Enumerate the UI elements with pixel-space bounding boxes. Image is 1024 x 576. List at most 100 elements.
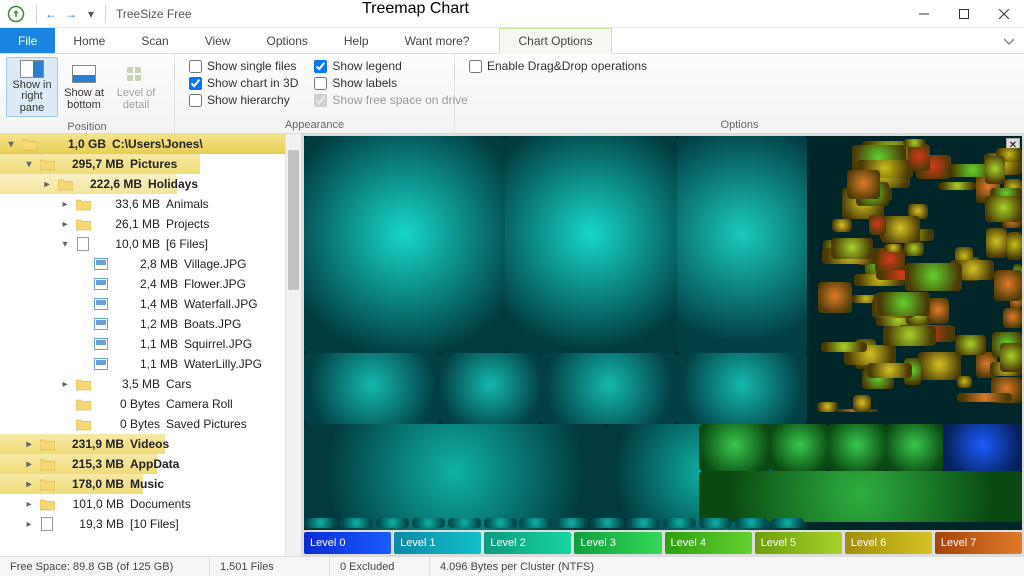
chk-dragdrop[interactable]: Enable Drag&Drop operations — [469, 59, 647, 73]
show-bottom-button[interactable]: Show at bottom — [58, 57, 110, 117]
chk-hierarchy[interactable]: Show hierarchy — [189, 93, 298, 107]
chk-legend[interactable]: Show legend — [314, 59, 467, 73]
treemap-block[interactable] — [918, 352, 961, 380]
treemap-block[interactable] — [627, 518, 660, 528]
treemap-block[interactable] — [905, 263, 962, 291]
tree-row[interactable]: 1,4 MBWaterfall.JPG — [0, 294, 285, 314]
expand-toggle[interactable]: ▸ — [22, 459, 36, 470]
treemap-block[interactable] — [884, 244, 902, 252]
treemap-block[interactable] — [853, 395, 872, 412]
ribbon-collapse-button[interactable] — [994, 28, 1024, 53]
treemap-block[interactable] — [818, 282, 851, 313]
tab-home[interactable]: Home — [55, 28, 123, 53]
nav-forward-button[interactable]: → — [61, 4, 81, 24]
directory-tree[interactable]: ▾1,0 GBC:\Users\Jones\▾295,7 MBPictures▸… — [0, 134, 285, 556]
treemap-block[interactable] — [985, 196, 1022, 222]
show-right-pane-button[interactable]: Show in right pane — [6, 57, 58, 117]
treemap-block[interactable] — [828, 424, 885, 471]
treemap-block[interactable] — [735, 518, 768, 528]
tab-options[interactable]: Options — [249, 28, 326, 53]
treemap-block[interactable] — [908, 144, 930, 172]
tab-file[interactable]: File — [0, 28, 55, 53]
expand-toggle[interactable]: ▸ — [58, 219, 72, 230]
tree-row[interactable]: ▸215,3 MBAppData — [0, 454, 285, 474]
treemap-block[interactable] — [505, 136, 677, 353]
nav-back-button[interactable]: ← — [41, 4, 61, 24]
treemap-block[interactable] — [904, 242, 924, 255]
treemap-block[interactable] — [771, 424, 828, 471]
treemap-block[interactable] — [376, 518, 409, 528]
expand-toggle[interactable] — [76, 359, 90, 370]
treemap-block[interactable] — [957, 393, 1013, 403]
treemap-block[interactable] — [847, 170, 880, 199]
treemap-block[interactable] — [771, 518, 804, 528]
tab-scan[interactable]: Scan — [123, 28, 186, 53]
expand-toggle[interactable] — [76, 259, 90, 270]
treemap-block[interactable] — [519, 518, 552, 528]
treemap-block[interactable] — [677, 136, 806, 353]
tab-help[interactable]: Help — [326, 28, 387, 53]
treemap-block[interactable] — [699, 471, 1022, 522]
treemap-block[interactable] — [867, 363, 912, 378]
tree-row[interactable]: ▸19,3 MB[10 Files] — [0, 514, 285, 534]
treemap-block[interactable] — [541, 353, 677, 424]
tree-row[interactable]: 1,1 MBSquirrel.JPG — [0, 334, 285, 354]
tree-scrollbar[interactable] — [285, 134, 301, 556]
expand-toggle[interactable]: ▸ — [22, 499, 36, 510]
expand-toggle[interactable] — [58, 399, 72, 410]
tree-row[interactable]: 1,2 MBBoats.JPG — [0, 314, 285, 334]
tab-chart-options[interactable]: Chart Options — [499, 28, 611, 54]
treemap-block[interactable] — [994, 270, 1022, 301]
treemap-block[interactable] — [881, 216, 920, 243]
expand-toggle[interactable] — [58, 419, 72, 430]
tree-row[interactable]: ▸178,0 MBMusic — [0, 474, 285, 494]
treemap-block[interactable] — [832, 219, 853, 233]
treemap-block[interactable] — [877, 292, 930, 316]
treemap-block[interactable] — [304, 518, 337, 528]
treemap-block[interactable] — [886, 424, 943, 471]
tree-row[interactable]: ▾10,0 MB[6 Files] — [0, 234, 285, 254]
tree-row[interactable]: 0 BytesCamera Roll — [0, 394, 285, 414]
treemap-block[interactable] — [955, 335, 985, 355]
expand-toggle[interactable]: ▸ — [40, 179, 54, 190]
treemap-block[interactable] — [677, 353, 806, 424]
treemap-block[interactable] — [304, 136, 505, 353]
maximize-button[interactable] — [944, 0, 984, 28]
expand-toggle[interactable] — [76, 279, 90, 290]
treemap-block[interactable] — [412, 518, 445, 528]
expand-toggle[interactable]: ▸ — [22, 519, 36, 530]
tree-row[interactable]: 1,1 MBWaterLilly.JPG — [0, 354, 285, 374]
tree-row[interactable]: 2,8 MBVillage.JPG — [0, 254, 285, 274]
expand-toggle[interactable]: ▸ — [22, 479, 36, 490]
expand-toggle[interactable]: ▸ — [22, 439, 36, 450]
treemap-block[interactable] — [340, 518, 373, 528]
treemap-block[interactable] — [663, 518, 696, 528]
tree-row[interactable]: 2,4 MBFlower.JPG — [0, 274, 285, 294]
treemap-block[interactable] — [1003, 308, 1022, 328]
treemap-block[interactable] — [591, 518, 624, 528]
expand-toggle[interactable]: ▸ — [58, 379, 72, 390]
treemap-block[interactable] — [943, 424, 1022, 471]
tree-row[interactable]: ▾1,0 GBC:\Users\Jones\ — [0, 134, 285, 154]
tree-row[interactable]: ▸231,9 MBVideos — [0, 434, 285, 454]
tree-row[interactable]: ▸3,5 MBCars — [0, 374, 285, 394]
treemap-block[interactable] — [957, 376, 973, 388]
treemap-block[interactable] — [555, 518, 588, 528]
treemap-block[interactable] — [869, 215, 886, 236]
treemap-block[interactable] — [985, 156, 1005, 185]
expand-toggle[interactable]: ▾ — [22, 159, 36, 170]
tree-row[interactable]: ▸26,1 MBProjects — [0, 214, 285, 234]
expand-toggle[interactable] — [76, 339, 90, 350]
expand-toggle[interactable]: ▾ — [58, 239, 72, 250]
expand-toggle[interactable] — [76, 299, 90, 310]
treemap-block[interactable] — [304, 353, 440, 424]
treemap-block[interactable] — [304, 424, 606, 530]
tab-view[interactable]: View — [187, 28, 249, 53]
tree-row[interactable]: ▸33,6 MBAnimals — [0, 194, 285, 214]
nav-dropdown-button[interactable]: ▾ — [81, 4, 101, 24]
treemap-block[interactable] — [1007, 232, 1022, 259]
treemap-block[interactable] — [440, 353, 541, 424]
expand-toggle[interactable] — [76, 319, 90, 330]
minimize-button[interactable] — [904, 0, 944, 28]
tab-wantmore[interactable]: Want more? — [387, 28, 488, 53]
